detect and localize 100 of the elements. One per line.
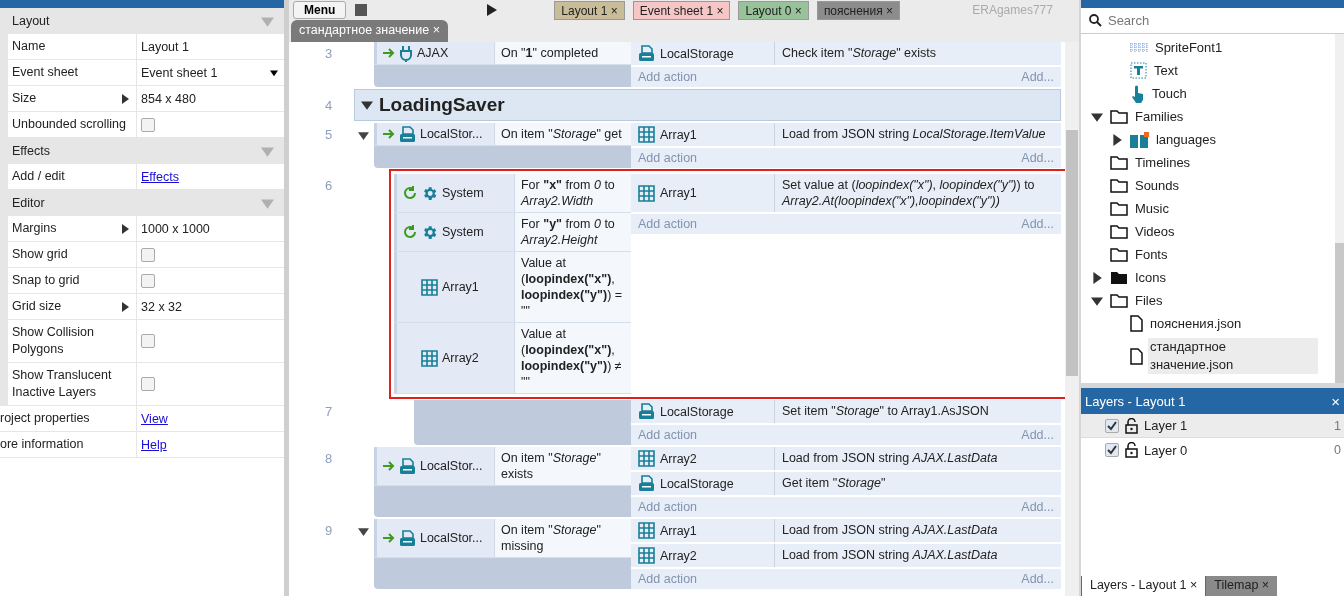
action-object[interactable]: LocalStorage: [630, 472, 775, 495]
expand-icon[interactable]: [120, 93, 130, 104]
section-header[interactable]: Effects: [0, 138, 284, 164]
tree-item[interactable]: Music: [1132, 199, 1177, 218]
condition-object[interactable]: Array2: [393, 323, 514, 393]
condition-object[interactable]: System: [393, 174, 514, 212]
document-tab[interactable]: Layout 0 ×: [738, 0, 809, 20]
condition-text[interactable]: On "1" completed: [493, 42, 631, 64]
action-object[interactable]: Array2: [630, 447, 775, 470]
lock-icon[interactable]: [1124, 417, 1138, 434]
checkbox[interactable]: [141, 273, 155, 288]
condition-text[interactable]: For "y" from 0 to Array2.Height: [513, 213, 631, 251]
property-value[interactable]: Layout 1: [141, 39, 189, 54]
checkbox[interactable]: [141, 247, 155, 262]
property-label: Add / edit: [12, 168, 65, 185]
tree-item[interactable]: Sounds: [1132, 176, 1188, 195]
tree-item[interactable]: Fonts: [1132, 245, 1176, 264]
property-link[interactable]: Help: [141, 437, 167, 452]
action-text[interactable]: Load from JSON string LocalStorage.ItemValue: [774, 123, 1061, 146]
tree-item[interactable]: Files: [1132, 291, 1171, 310]
condition-object[interactable]: Array1: [393, 252, 514, 322]
checkbox[interactable]: [141, 377, 155, 391]
action-text[interactable]: Load from JSON string AJAX.LastData: [774, 447, 1061, 470]
loop-icon: [402, 225, 417, 239]
line-number: 3: [323, 45, 334, 63]
action-object[interactable]: Array1: [630, 174, 775, 212]
tree-item[interactable]: SpriteFont1: [1152, 38, 1231, 57]
triangle-icon[interactable]: [1110, 133, 1123, 146]
expand-icon[interactable]: [120, 223, 130, 234]
property-label: roject properties: [0, 410, 90, 427]
condition-object[interactable]: LocalStor...: [373, 447, 494, 485]
action-object[interactable]: Array2: [630, 544, 775, 567]
document-tab[interactable]: пояснения ×: [816, 0, 901, 20]
condition-text[interactable]: For "x" from 0 to Array2.Width: [513, 174, 631, 212]
action-object[interactable]: Array1: [630, 519, 775, 542]
property-label: Grid size: [12, 298, 62, 315]
checkbox[interactable]: [141, 117, 155, 132]
section-header[interactable]: Editor: [0, 190, 284, 216]
condition-text[interactable]: Value at (loopindex("x"), loopindex("y")) = "": [513, 252, 631, 322]
group-title: LoadingSaver: [378, 94, 505, 116]
condition-text[interactable]: On item "Storage" exists: [493, 447, 631, 485]
condition-object[interactable]: LocalStor...: [373, 519, 494, 557]
expand-icon[interactable]: [120, 301, 130, 312]
scrollbar[interactable]: [1335, 34, 1344, 383]
action-text[interactable]: Get item "Storage": [774, 472, 1061, 495]
tree-item[interactable]: Text: [1151, 61, 1186, 80]
lock-icon[interactable]: [1124, 442, 1138, 458]
close-button[interactable]: ×: [1331, 392, 1340, 410]
tree-item[interactable]: Videos: [1132, 222, 1183, 241]
property-link[interactable]: View: [141, 411, 168, 426]
condition-text[interactable]: On item "Storage" missing: [493, 519, 631, 557]
action-object[interactable]: LocalStorage: [630, 42, 775, 65]
action-text[interactable]: Set item "Storage" to Array1.AsJSON: [774, 400, 1061, 423]
property-value[interactable]: 854 x 480: [141, 91, 196, 106]
document-tab[interactable]: Layout 1 ×: [554, 0, 625, 20]
line-number: 8: [323, 450, 334, 468]
document-tab[interactable]: стандартное значение ×: [290, 20, 448, 42]
tree-item[interactable]: languages: [1153, 130, 1224, 149]
condition-text[interactable]: On item "Storage" get: [493, 123, 631, 145]
tree-item[interactable]: пояснения.json: [1147, 314, 1250, 333]
action-object[interactable]: Array1: [630, 123, 775, 146]
document-tab[interactable]: Event sheet 1 ×: [632, 0, 731, 20]
tree-item[interactable]: Timelines: [1132, 153, 1199, 172]
checkbox[interactable]: [141, 334, 155, 348]
action-text[interactable]: Set value at (loopindex("x"),loopindex("y")) to Array2.At(loopindex("x"),loopindex("y")): [774, 174, 1061, 212]
action-text[interactable]: Load from JSON string AJAX.LastData: [774, 519, 1061, 542]
condition-object[interactable]: AJAX: [373, 42, 494, 64]
panel-tab[interactable]: Tilemap ×: [1205, 576, 1278, 596]
triangle-icon[interactable]: [1090, 110, 1103, 123]
triangle-icon[interactable]: [358, 526, 370, 537]
condition-object[interactable]: System: [393, 213, 514, 251]
property-value[interactable]: 32 x 32: [141, 299, 182, 314]
property-dropdown[interactable]: Event sheet 1: [137, 60, 284, 85]
checkbox[interactable]: [1104, 443, 1119, 457]
layer-row[interactable]: Layer 1 1: [1080, 414, 1344, 438]
panel-title: Layers - Layout 1: [1084, 393, 1186, 409]
triangle-icon[interactable]: [358, 130, 370, 141]
group-header[interactable]: LoadingSaver: [353, 89, 1061, 121]
condition-object[interactable]: LocalStor...: [373, 123, 494, 145]
action-object[interactable]: LocalStorage: [630, 400, 775, 423]
property-value[interactable]: 1000 x 1000: [141, 221, 210, 236]
action-text[interactable]: Check item "Storage" exists: [774, 42, 1061, 65]
action-text[interactable]: Load from JSON string AJAX.LastData: [774, 544, 1061, 567]
tree-item[interactable]: Icons: [1132, 268, 1175, 287]
play-icon[interactable]: [486, 4, 499, 16]
checkbox[interactable]: [1104, 418, 1119, 433]
tree-item[interactable]: стандартное значение.json: [1147, 338, 1318, 374]
menu-button[interactable]: Menu: [292, 1, 347, 19]
section-title: Editor: [12, 196, 45, 210]
property-link[interactable]: Effects: [141, 169, 179, 184]
triangle-icon[interactable]: [360, 99, 373, 111]
triangle-icon[interactable]: [1090, 294, 1103, 307]
save-icon[interactable]: [354, 3, 369, 17]
dropdown-icon[interactable]: [269, 68, 278, 77]
line-number: 7: [323, 403, 334, 421]
tree-item[interactable]: Families: [1132, 107, 1192, 126]
triangle-icon[interactable]: [1090, 271, 1103, 284]
tree-item[interactable]: Touch: [1149, 84, 1195, 103]
section-header[interactable]: Layout: [0, 8, 284, 34]
condition-text[interactable]: Value at (loopindex("x"), loopindex("y")) ≠ "": [513, 323, 631, 393]
